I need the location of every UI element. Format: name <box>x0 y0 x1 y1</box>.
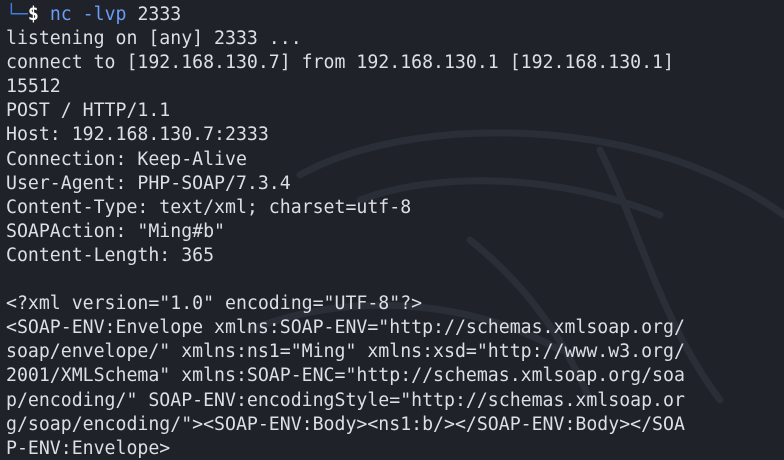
prompt-line: └─$ nc -lvp 2333 <box>6 3 782 27</box>
output-line-body-5: g/soap/encoding/"><SOAP-ENV:Body><ns1:b/… <box>6 413 685 435</box>
output-line-content-length: Content-Length: 365 <box>6 244 215 266</box>
prompt-symbol: $ <box>27 4 39 25</box>
output-line-content-type: Content-Type: text/xml; charset=utf-8 <box>6 196 412 218</box>
output-line-blank <box>6 268 782 292</box>
output-line-listening: listening on [any] 2333 ... <box>6 28 302 50</box>
output-line-soapaction: SOAPAction: "Ming#b" <box>6 220 225 242</box>
terminal-window[interactable]: └─$ nc -lvp 2333 listening on [any] 2333… <box>0 0 784 460</box>
command-flags: -lvp <box>82 4 127 25</box>
output-line-source-port: 15512 <box>6 76 61 98</box>
output-line-connection: Connection: Keep-Alive <box>6 148 247 170</box>
output-line-body-1: <SOAP-ENV:Envelope xmlns:SOAP-ENV="http:… <box>6 317 685 339</box>
output-line-request: POST / HTTP/1.1 <box>6 100 171 122</box>
output-line-host: Host: 192.168.130.7:2333 <box>6 124 269 146</box>
output-line-body-3: 2001/XMLSchema" xmlns:SOAP-ENC="http://s… <box>6 365 685 387</box>
output-line-user-agent: User-Agent: PHP-SOAP/7.3.4 <box>6 172 291 194</box>
output-line-connect: connect to [192.168.130.7] from 192.168.… <box>6 52 674 74</box>
command-name: nc <box>49 4 72 25</box>
output-line-body-2: soap/envelope/" xmlns:ns1="Ming" xmlns:x… <box>6 341 685 363</box>
terminal-output: └─$ nc -lvp 2333 listening on [any] 2333… <box>6 3 782 460</box>
prompt-corner-glyph: └─ <box>6 4 28 25</box>
output-line-body-4: p/encoding/" SOAP-ENV:encodingStyle="htt… <box>6 389 685 411</box>
output-line-xml-decl: <?xml version="1.0" encoding="UTF-8"?> <box>6 293 423 315</box>
output-line-body-6: P-ENV:Envelope> <box>6 437 171 459</box>
command-port: 2333 <box>137 4 182 25</box>
